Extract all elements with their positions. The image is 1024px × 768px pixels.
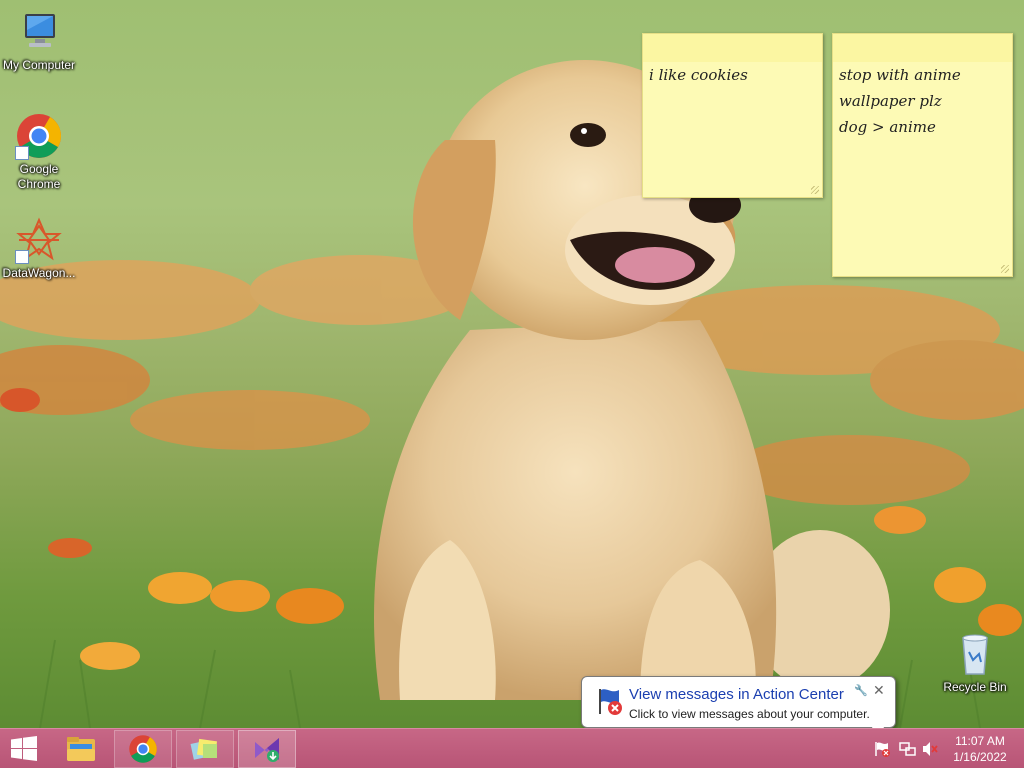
chrome-icon <box>15 112 63 160</box>
sticky-note-text[interactable]: stop with anime <box>833 62 1012 88</box>
desktop-icon-label: My Computer <box>2 58 76 72</box>
taskbar-sticky-notes[interactable] <box>176 730 234 768</box>
sticky-note-1[interactable]: i like cookies <box>642 33 823 198</box>
taskbar: 11:07 AM 1/16/2022 <box>0 728 1024 768</box>
clock-time: 11:07 AM <box>955 734 1005 748</box>
taskbar-google-chrome[interactable] <box>114 730 172 768</box>
desktop-icon-google-chrome[interactable]: Google Chrome <box>0 112 78 192</box>
clock-date: 1/16/2022 <box>953 750 1007 764</box>
resize-grip-icon[interactable] <box>1001 265 1009 273</box>
recycle-bin-icon <box>951 630 999 678</box>
sticky-note-text[interactable]: dog > anime <box>833 114 1012 140</box>
folder-icon <box>67 737 95 761</box>
action-center-icon[interactable] <box>873 741 891 757</box>
desktop-icon-label-line2: Chrome <box>17 177 61 191</box>
shortcut-arrow-icon <box>15 146 29 160</box>
desktop-icon-recycle-bin[interactable]: Recycle Bin <box>936 630 1014 695</box>
windows-logo-icon <box>11 736 37 761</box>
notification-body[interactable]: Click to view messages about your comput… <box>629 707 870 721</box>
taskbar-file-explorer[interactable] <box>52 730 110 768</box>
close-icon[interactable]: ✕ <box>873 682 885 699</box>
computer-icon <box>15 8 63 56</box>
notification-title[interactable]: View messages in Action Center <box>629 686 844 703</box>
sticky-note-2[interactable]: stop with anime wallpaper plz dog > anim… <box>832 33 1013 277</box>
visual-studio-icon <box>255 738 279 762</box>
taskbar-visual-studio-installer[interactable] <box>238 730 296 768</box>
desktop-icon-my-computer[interactable]: My Computer <box>0 8 78 73</box>
sticky-notes-icon <box>190 738 218 760</box>
sticky-note-text[interactable]: i like cookies <box>643 62 822 88</box>
sticky-note-title-bar[interactable] <box>643 34 822 62</box>
desktop-icon-label: Recycle Bin <box>943 680 1007 694</box>
datawagon-icon <box>15 216 63 264</box>
volume-muted-icon[interactable] <box>921 741 939 757</box>
desktop-icon-label: DataWagon... <box>2 266 76 280</box>
shortcut-arrow-icon <box>15 250 29 264</box>
resize-grip-icon[interactable] <box>811 186 819 194</box>
desktop-icon-datawagon[interactable]: DataWagon... <box>0 216 78 281</box>
sticky-note-text[interactable]: wallpaper plz <box>833 88 1012 114</box>
network-icon[interactable] <box>898 741 916 757</box>
action-center-flag-icon <box>594 686 624 716</box>
sticky-note-title-bar[interactable] <box>833 34 1012 62</box>
action-center-notification[interactable]: View messages in Action Center Click to … <box>581 676 896 741</box>
wrench-icon[interactable]: 🔧 <box>854 684 868 697</box>
chrome-icon <box>129 735 157 763</box>
desktop-icon-label: Google <box>19 162 59 176</box>
start-button[interactable] <box>0 729 48 768</box>
taskbar-clock[interactable]: 11:07 AM 1/16/2022 <box>944 733 1016 765</box>
